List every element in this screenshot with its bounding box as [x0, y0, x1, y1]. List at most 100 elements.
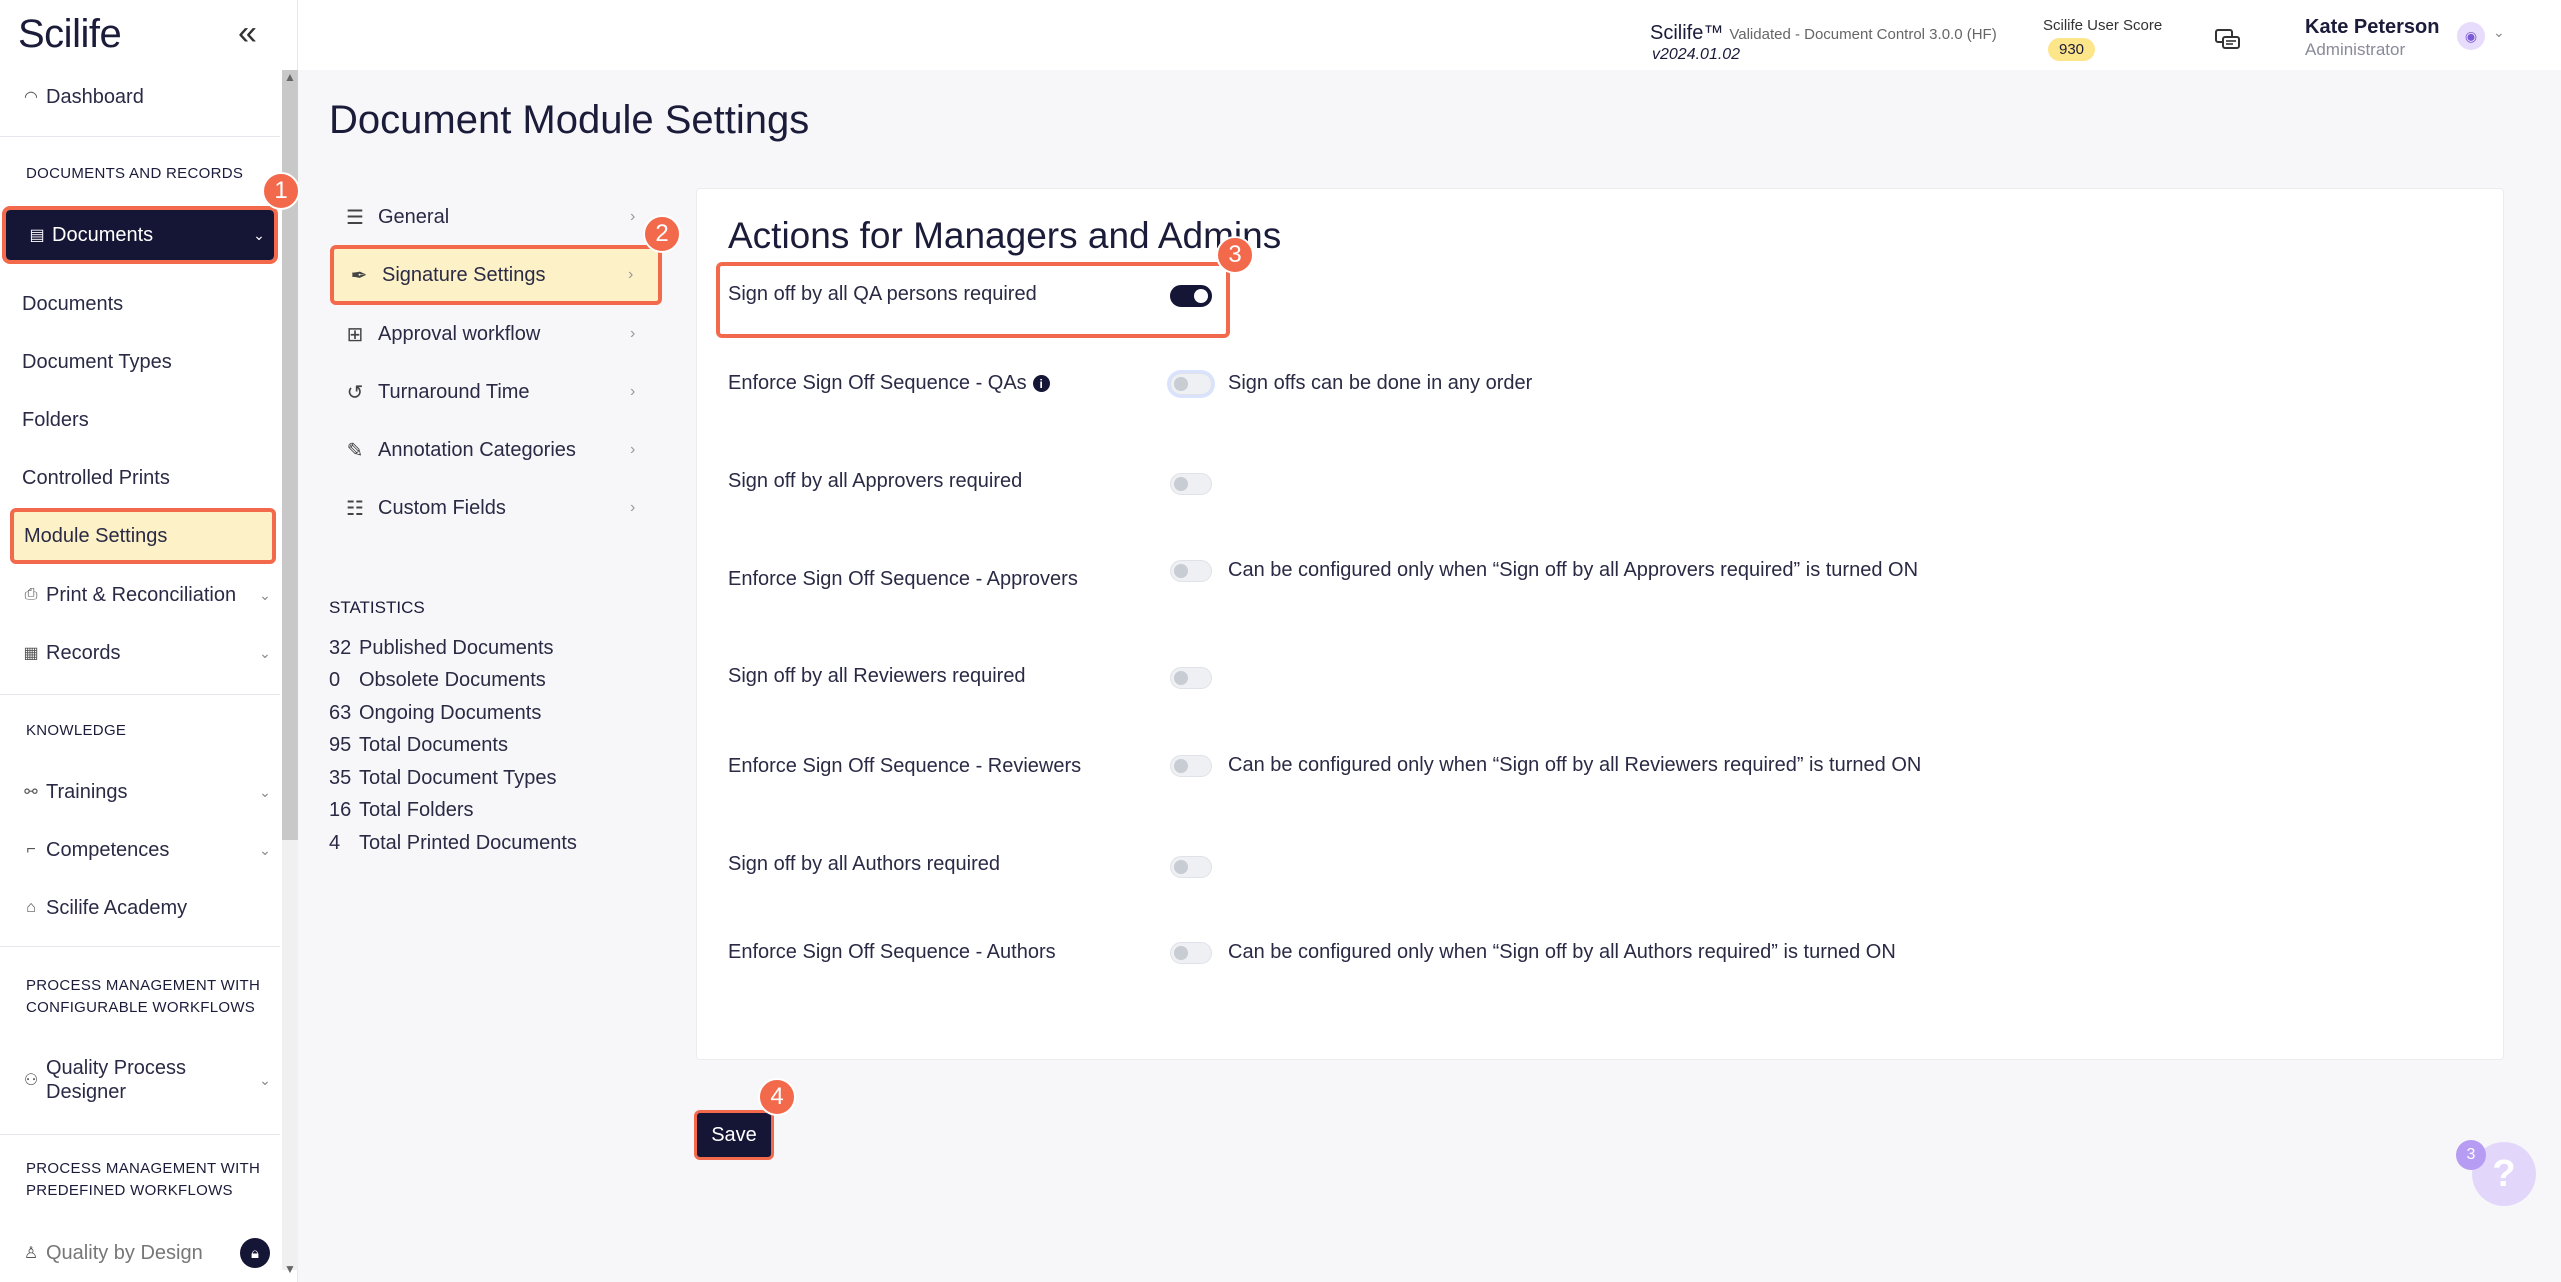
workflow-icon: ⊞: [346, 323, 364, 346]
user-score-label: Scilife User Score: [2043, 17, 2163, 34]
sidebar-item-documents[interactable]: Documents: [0, 275, 280, 333]
records-icon: ▦: [23, 645, 39, 662]
avatar[interactable]: ◉: [2457, 22, 2485, 50]
app-version-info: Scilife™ Validated - Document Control 3.0…: [1650, 22, 1997, 45]
save-button[interactable]: Save: [694, 1110, 774, 1160]
sidebar-item-module-settings[interactable]: Module Settings: [10, 508, 276, 564]
chevron-down-icon: ⌄: [259, 783, 271, 800]
lock-icon: 🔒︎: [240, 1238, 270, 1268]
sidebar-item-quality-process-designer[interactable]: ⚇ Quality Process Designer ⌄: [0, 1050, 280, 1110]
sidebar-item-scilife-academy[interactable]: ⌂ Scilife Academy: [0, 879, 280, 937]
setting-label-qa-required: Sign off by all QA persons required: [728, 283, 1037, 305]
graduation-cap-icon: ⌂: [26, 899, 36, 916]
sidebar-item-documents-group[interactable]: ▤ Documents ⌄: [2, 206, 278, 264]
sidebar-item-trainings[interactable]: ⚯ Trainings ⌄: [0, 763, 280, 821]
toggle-authors-sequence[interactable]: [1170, 942, 1212, 964]
stat-item: 35 Total Document Types: [329, 767, 557, 789]
stairs-icon: ⌐: [26, 841, 36, 858]
dumbbell-icon: ⚯: [24, 784, 38, 801]
edit-icon: ✎: [346, 439, 364, 462]
toggle-approvers-sequence[interactable]: [1170, 560, 1212, 582]
sidebar-item-records[interactable]: ▦ Records ⌄: [0, 624, 280, 682]
list-icon: ☷: [346, 497, 364, 520]
step-marker-4: 4: [758, 1078, 796, 1116]
sidebar-item-dashboard[interactable]: ◠ Dashboard: [0, 68, 280, 126]
info-icon[interactable]: i: [1032, 375, 1050, 393]
section-heading-predefined-workflows: PROCESS MANAGEMENT WITH PREDEFINED WORKF…: [26, 1160, 261, 1199]
setting-label-authors-sequence: Enforce Sign Off Sequence - Authors: [728, 941, 1056, 963]
setting-note-approvers-sequence: Can be configured only when “Sign off by…: [1228, 559, 1919, 581]
pen-icon: ✒: [350, 264, 368, 287]
document-icon: ▤: [29, 227, 45, 244]
toggle-reviewers-required[interactable]: [1170, 667, 1212, 689]
settings-menu-approval-workflow[interactable]: ⊞ Approval workflow ›: [330, 306, 660, 362]
setting-label-qa-sequence: Enforce Sign Off Sequence - QAs i: [728, 372, 1050, 395]
sidebar: Scilife « ◠ Dashboard DOCUMENTS AND RECO…: [0, 0, 298, 1282]
app-version: v2024.01.02: [1652, 46, 1741, 63]
sidebar-item-document-types[interactable]: Document Types: [0, 333, 280, 391]
section-heading-configurable-workflows: PROCESS MANAGEMENT WITH CONFIGURABLE WOR…: [26, 977, 261, 1016]
user-role: Administrator: [2305, 40, 2406, 59]
question-icon: ?: [2492, 1152, 2516, 1195]
chevron-down-icon[interactable]: ⌄: [2493, 24, 2505, 41]
settings-menu-general[interactable]: ☰ General ›: [330, 189, 660, 245]
scilife-logo[interactable]: Scilife: [18, 12, 122, 57]
toggle-reviewers-sequence[interactable]: [1170, 755, 1212, 777]
settings-menu-signature-settings[interactable]: ✒ Signature Settings ›: [330, 245, 662, 305]
settings-menu-custom-fields[interactable]: ☷ Custom Fields ›: [330, 480, 660, 536]
help-notification-count: 3: [2456, 1140, 2486, 1170]
setting-label-reviewers-sequence: Enforce Sign Off Sequence - Reviewers: [728, 755, 1082, 777]
app-name: Scilife™: [1650, 22, 1724, 44]
stat-item: 0 Obsolete Documents: [329, 669, 546, 691]
divider: [0, 136, 280, 137]
divider: [0, 946, 280, 947]
app-validation-status: Validated - Document Control 3.0.0 (HF): [1729, 26, 1997, 43]
toggle-knob: [1174, 671, 1188, 685]
section-heading-knowledge: KNOWLEDGE: [26, 722, 127, 739]
toggle-qa-required[interactable]: [1170, 285, 1212, 307]
settings-menu-turnaround-time[interactable]: ↺ Turnaround Time ›: [330, 364, 660, 420]
setting-label-authors-required: Sign off by all Authors required: [728, 853, 1001, 875]
chevron-right-icon: ›: [630, 499, 636, 516]
step-marker-1: 1: [262, 172, 300, 210]
sidebar-item-print-reconciliation[interactable]: ⎙ Print & Reconciliation ⌄: [0, 566, 280, 624]
setting-note-reviewers-sequence: Can be configured only when “Sign off by…: [1228, 754, 1922, 776]
step-marker-2: 2: [643, 215, 681, 253]
page-title: Document Module Settings: [329, 98, 810, 142]
toggle-knob: [1174, 860, 1188, 874]
stat-item: 16 Total Folders: [329, 799, 474, 821]
scroll-down-icon[interactable]: ▼: [284, 1262, 296, 1276]
chevron-down-icon: ⌄: [253, 226, 265, 243]
user-name[interactable]: Kate Peterson: [2305, 16, 2440, 39]
printer-icon: ⎙: [24, 586, 38, 603]
chevron-down-icon: ⌄: [259, 586, 271, 603]
gauge-icon: ◠: [24, 89, 38, 106]
chevron-right-icon: ›: [630, 441, 636, 458]
sidebar-item-competences[interactable]: ⌐ Competences ⌄: [0, 821, 280, 879]
toggle-knob: [1194, 289, 1208, 303]
settings-menu-annotation-categories[interactable]: ✎ Annotation Categories ›: [330, 422, 660, 478]
sidebar-item-controlled-prints[interactable]: Controlled Prints: [0, 449, 280, 507]
step-marker-3: 3: [1216, 236, 1254, 274]
toggle-qa-sequence[interactable]: [1170, 373, 1212, 395]
chevron-down-icon: ⌄: [259, 841, 271, 858]
toggle-knob: [1174, 477, 1188, 491]
chevron-right-icon: ›: [628, 266, 634, 283]
setting-label-reviewers-required: Sign off by all Reviewers required: [728, 665, 1026, 687]
toggle-knob: [1174, 946, 1188, 960]
chevron-down-icon: ⌄: [259, 1071, 271, 1088]
sidebar-item-folders[interactable]: Folders: [0, 391, 280, 449]
panel-title: Actions for Managers and Admins: [728, 215, 1282, 256]
collapse-sidebar-icon[interactable]: «: [238, 16, 257, 50]
chevron-right-icon: ›: [630, 325, 636, 342]
setting-label-approvers-sequence: Enforce Sign Off Sequence - Approvers: [728, 568, 1078, 590]
toggle-authors-required[interactable]: [1170, 856, 1212, 878]
chat-icon[interactable]: [2214, 28, 2242, 54]
toggle-knob: [1174, 377, 1188, 391]
toggle-knob: [1174, 564, 1188, 578]
toggle-approvers-required[interactable]: [1170, 473, 1212, 495]
setting-note-authors-sequence: Can be configured only when “Sign off by…: [1228, 941, 1896, 963]
user-score-badge: 930: [2048, 38, 2096, 61]
sidebar-item-quality-by-design[interactable]: ♙ Quality by Design 🔒︎: [0, 1224, 280, 1282]
scroll-up-icon[interactable]: ▲: [284, 70, 296, 84]
